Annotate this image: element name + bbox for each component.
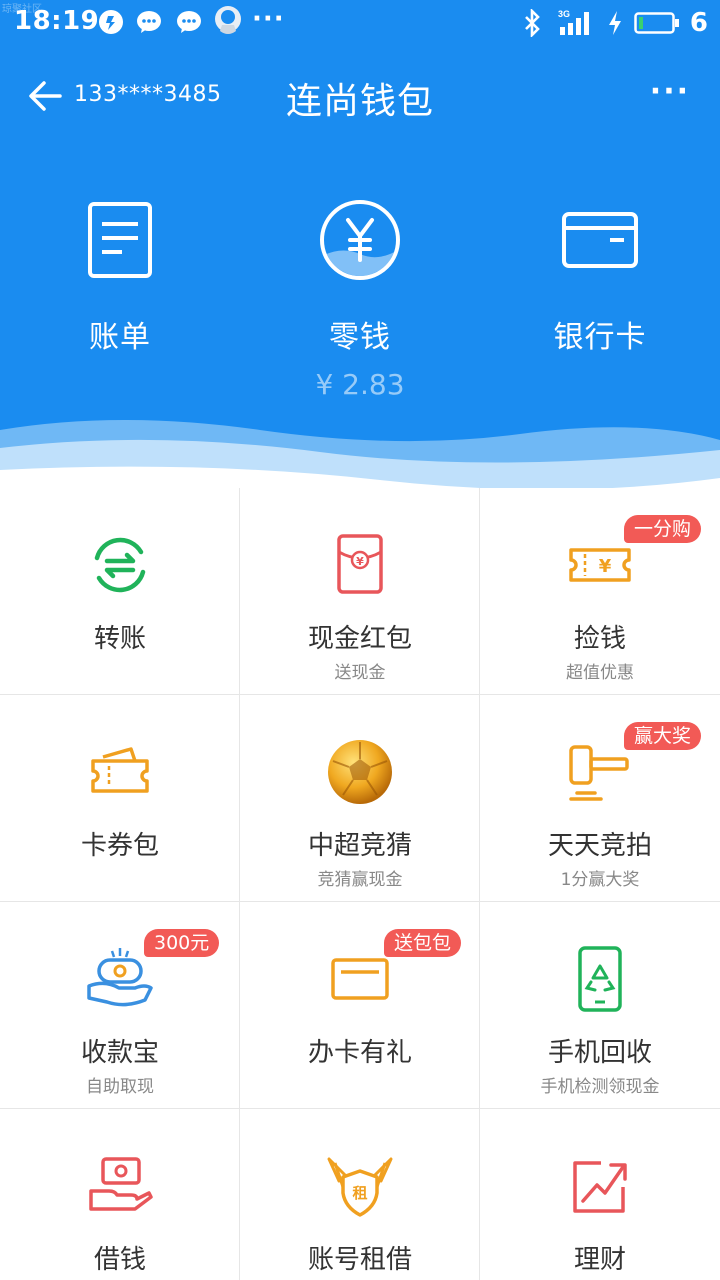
account-rental-icon: 租: [327, 1157, 393, 1217]
wechat-icon: [137, 11, 161, 33]
svg-text:租: 租: [352, 1184, 367, 1202]
service-label: 理财: [573, 1245, 626, 1275]
bank-card-icon: [562, 212, 638, 268]
service-cash-red-envelope[interactable]: ¥ 现金红包 送现金: [240, 488, 480, 695]
qq-icon: [215, 6, 241, 34]
header-wave: [0, 420, 720, 490]
service-subtitle: 竞猜赢现金: [317, 870, 403, 890]
service-label: 借钱: [93, 1245, 146, 1275]
promo-badge: 一分购: [624, 515, 702, 543]
service-label: 账号租借: [307, 1245, 412, 1275]
transfer-icon: [94, 537, 146, 593]
bill-label: 账单: [89, 320, 151, 355]
service-label: 天天竞拍: [547, 831, 652, 861]
phone-recycle-icon: [578, 946, 622, 1012]
status-time: 18:19: [14, 6, 100, 36]
service-label: 卡券包: [80, 831, 159, 861]
service-label: 办卡有礼: [307, 1038, 412, 1068]
service-daily-auction[interactable]: 天天竞拍 1分赢大奖 赢大奖: [480, 695, 720, 902]
soccer-ball-icon: [328, 740, 392, 804]
yuan-coin-icon: [320, 200, 400, 280]
services-grid: 转账 ¥ 现金红包 送现金 ¥ 捡钱 超值优惠 一分购 卡券包 中超竞猜 竞猜赢…: [0, 488, 720, 1280]
battery-level: 6: [689, 8, 708, 38]
more-options-button[interactable]: ···: [650, 77, 690, 107]
service-label: 收款宝: [80, 1038, 159, 1068]
service-card-gift[interactable]: 办卡有礼 送包包: [240, 902, 480, 1109]
page-title: 连尚钱包: [285, 81, 434, 122]
service-label: 捡钱: [573, 624, 626, 654]
bill-icon: [88, 202, 152, 278]
red-envelope-icon: ¥: [337, 534, 383, 594]
wallet-header: 琼聚社区 18:19 ··· 3G 6 133****3485 连尚钱包 ···…: [0, 0, 720, 490]
change-label: 零钱: [329, 320, 391, 355]
battery-icon: [634, 12, 679, 34]
service-finance[interactable]: 理财: [480, 1109, 720, 1280]
service-borrow-money[interactable]: 借钱: [0, 1109, 240, 1280]
svg-text:¥: ¥: [599, 556, 612, 577]
status-right: 3G 6: [520, 8, 708, 38]
promo-badge: 300元: [144, 929, 220, 957]
change-amount: ¥ 2.83: [315, 368, 405, 401]
status-bar: 18:19 ··· 3G 6: [0, 0, 720, 46]
service-subtitle: 自助取现: [86, 1077, 154, 1097]
more-notifications-icon: ···: [252, 4, 285, 34]
service-label: 中超竞猜: [307, 831, 412, 861]
service-card-wallet[interactable]: 卡券包: [0, 695, 240, 902]
signal-icon: 3G: [558, 9, 589, 35]
charging-icon: [608, 11, 621, 35]
promo-badge: 送包包: [384, 929, 462, 957]
bank-card-button[interactable]: 银行卡: [480, 198, 720, 418]
service-transfer[interactable]: 转账: [0, 488, 240, 695]
service-subtitle: 超值优惠: [566, 663, 634, 683]
service-label: 现金红包: [307, 624, 412, 654]
service-label: 手机回收: [547, 1038, 652, 1068]
network-type-label: 3G: [558, 9, 570, 19]
service-csl-guess[interactable]: 中超竞猜 竞猜赢现金: [240, 695, 480, 902]
service-label: 转账: [93, 624, 146, 654]
service-subtitle: 送现金: [334, 663, 386, 683]
finance-chart-icon: [573, 1161, 627, 1213]
promo-badge: 赢大奖: [624, 722, 702, 750]
service-receive-money[interactable]: 收款宝 自助取现 300元: [0, 902, 240, 1109]
bank-card-label: 银行卡: [553, 320, 647, 355]
service-phone-recycle[interactable]: 手机回收 手机检测领现金: [480, 902, 720, 1109]
change-balance-button[interactable]: 零钱 ¥ 2.83: [240, 198, 480, 418]
service-subtitle: 1分赢大奖: [560, 870, 640, 890]
bill-button[interactable]: 账单: [0, 198, 240, 418]
title-bar: 133****3485 连尚钱包 ···: [0, 60, 720, 132]
card-wallet-icon: [91, 747, 149, 793]
service-account-rental[interactable]: 租 账号租借: [240, 1109, 480, 1280]
service-subtitle: 手机检测领现金: [540, 1077, 660, 1097]
borrow-money-icon: [89, 1157, 153, 1211]
svg-text:¥: ¥: [356, 555, 364, 568]
bluetooth-icon: [524, 9, 540, 37]
app-notification-icon: [99, 10, 123, 34]
service-pick-money[interactable]: ¥ 捡钱 超值优惠 一分购: [480, 488, 720, 695]
wechat-icon: [177, 11, 201, 33]
